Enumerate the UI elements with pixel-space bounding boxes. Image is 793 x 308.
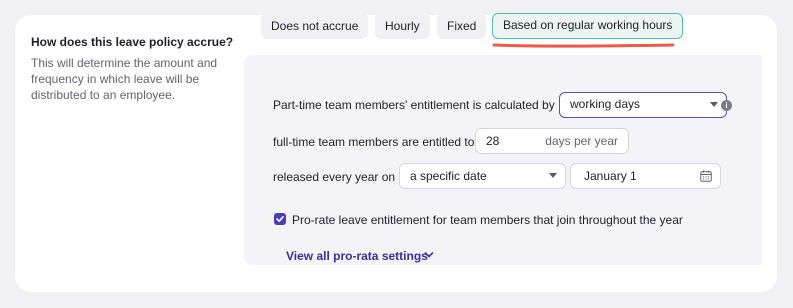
release-date-input[interactable]: January 1 bbox=[570, 163, 721, 189]
parttime-calculation-value: working days bbox=[570, 97, 641, 111]
chevron-down-icon[interactable] bbox=[424, 251, 434, 259]
chevron-down-icon bbox=[710, 102, 718, 107]
chevron-down-icon bbox=[549, 173, 557, 178]
section-title: How does this leave policy accrue? bbox=[31, 35, 234, 49]
prorate-checkbox[interactable] bbox=[274, 213, 286, 225]
check-icon bbox=[276, 216, 284, 222]
prorate-label: Pro-rate leave entitlement for team memb… bbox=[292, 213, 683, 227]
option-does-not-accrue[interactable]: Does not accrue bbox=[261, 13, 369, 39]
option-fixed[interactable]: Fixed bbox=[437, 13, 487, 39]
release-mode-value: a specific date bbox=[410, 169, 487, 183]
accrual-settings-panel bbox=[244, 55, 762, 265]
release-mode-select[interactable]: a specific date bbox=[399, 163, 566, 189]
fulltime-days-input[interactable]: 28 days per year bbox=[475, 128, 629, 154]
fulltime-label: full-time team members are entitled to bbox=[273, 135, 475, 149]
parttime-calculation-select[interactable]: working days bbox=[559, 92, 727, 118]
section-description: This will determine the amount and frequ… bbox=[31, 56, 218, 102]
fulltime-days-value: 28 bbox=[486, 134, 500, 148]
highlight-underline bbox=[492, 43, 675, 48]
option-based-on-working-hours[interactable]: Based on regular working hours bbox=[492, 13, 684, 39]
parttime-label: Part-time team members' entitlement is c… bbox=[273, 98, 555, 112]
info-icon[interactable]: i bbox=[721, 100, 732, 111]
release-date-value: January 1 bbox=[584, 169, 637, 183]
calendar-icon[interactable] bbox=[700, 170, 712, 182]
fulltime-days-suffix: days per year bbox=[545, 134, 618, 148]
release-label: released every year on bbox=[273, 170, 396, 184]
view-pro-rata-settings-link[interactable]: View all pro-rata settings bbox=[286, 249, 428, 263]
option-hourly[interactable]: Hourly bbox=[375, 13, 430, 39]
